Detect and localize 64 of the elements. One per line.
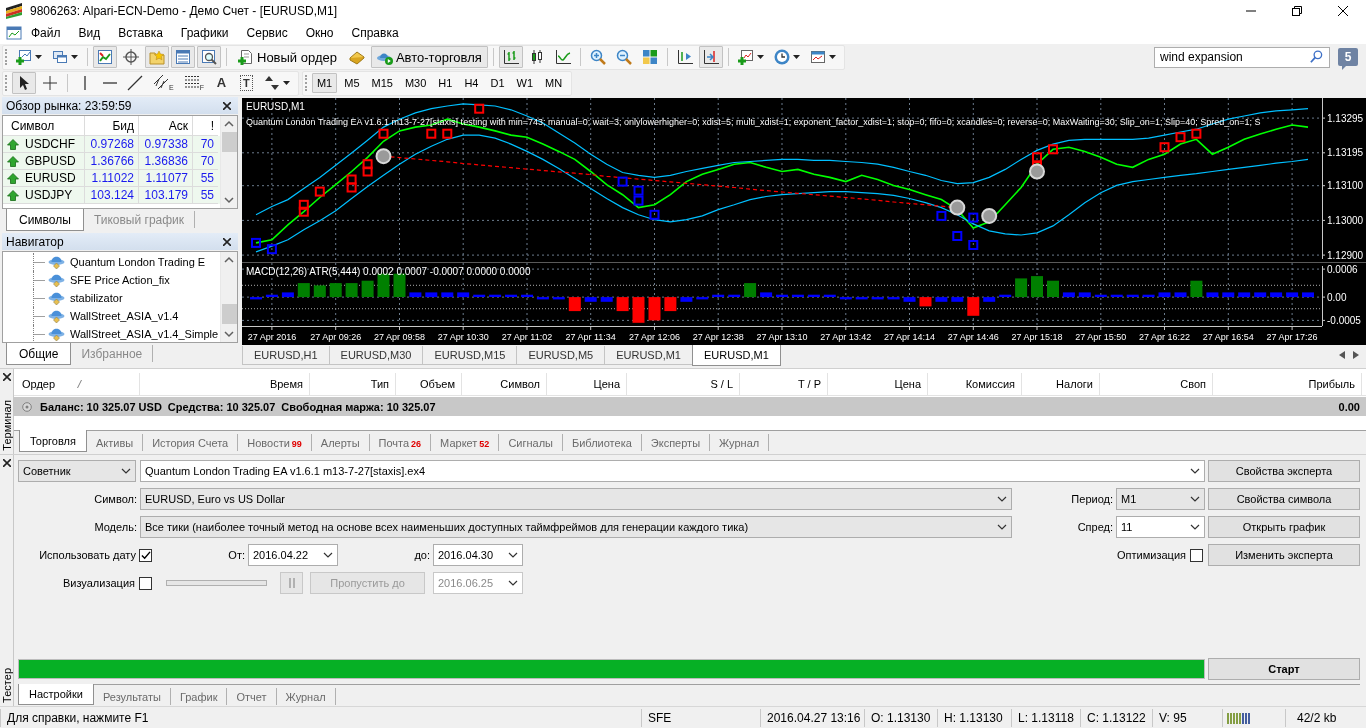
axis-label: 0.0006 (1327, 263, 1358, 275)
axis-label: 27 Apr 14:46 (947, 332, 999, 342)
window-title: 9806263: Alpari-ECN-Demo - Демо Счет - [EURUSD,M1] (30, 4, 339, 18)
unread-count: 99 (291, 439, 302, 449)
panel-title: Терминал (0, 400, 13, 451)
chart-title: MACD(12,26) ATR(5,444) 0.0002 0.0007 -0.0007 0.0000 0.0000 (246, 266, 531, 277)
summary-text: Средства: 10 325.07 (167, 400, 276, 413)
axis-label: 27 Apr 15:18 (1011, 332, 1063, 342)
high-price: H: 1.13130 (944, 710, 1003, 725)
axis-label: 27 Apr 14:14 (884, 332, 935, 342)
symbol-name: USDCHF (25, 137, 75, 151)
axis-label: 27 Apr 2016 (247, 332, 297, 342)
field-label: Оптимизация (1116, 549, 1186, 561)
field-label: Символ: (93, 493, 137, 505)
axis-label: 27 Apr 15:50 (1075, 332, 1127, 342)
summary-text: Баланс: 10 325.07 USD (40, 400, 162, 413)
axis-label: 27 Apr 16:54 (1202, 332, 1254, 342)
open-price: O: 1.13130 (871, 710, 931, 725)
profile-name: SFE (648, 710, 672, 725)
axis-label: 27 Apr 11:02 (501, 332, 553, 342)
panel-title: Навигатор (6, 234, 65, 249)
panel-title: Тестер (0, 668, 13, 703)
axis-label: 27 Apr 11:34 (565, 332, 616, 342)
volume-value: V: 95 (1159, 710, 1187, 725)
close-price: C: 1.13122 (1087, 710, 1146, 725)
field-label: Использовать дату (38, 549, 136, 561)
summary-text: Свободная маржа: 10 325.07 (281, 400, 436, 413)
help-text: Для справки, нажмите F1 (7, 710, 149, 725)
axis-label: 1.13000 (1327, 214, 1364, 226)
axis-label: 27 Apr 09:26 (310, 332, 362, 342)
symbol-name: GBPUSD (25, 154, 76, 168)
field-label: Спред: (1076, 521, 1113, 533)
table-cell: 103.179 (139, 187, 193, 204)
bar-time: 2016.04.27 13:16 (767, 710, 861, 725)
panel-title: Обзор рынка: 23:59:59 (6, 98, 133, 113)
low-price: L: 1.13118 (1018, 710, 1074, 725)
axis-label: 1.12900 (1327, 249, 1364, 261)
field-label: От: (227, 549, 245, 561)
symbol-name: EURUSD (25, 171, 76, 185)
axis-label: 1.13100 (1327, 180, 1364, 192)
field-label: Период: (1070, 493, 1113, 505)
axis-label: 27 Apr 12:38 (692, 332, 744, 342)
field-label: Модель: (93, 521, 137, 533)
axis-label: -0.0005 (1327, 314, 1361, 326)
field-label: до: (413, 549, 430, 561)
axis-label: 27 Apr 16:22 (1139, 332, 1190, 342)
axis-label: 27 Apr 12:06 (629, 332, 680, 342)
table-cell: 103.124 (85, 187, 139, 204)
traffic-value: 42/2 kb (1297, 710, 1337, 725)
field-label: Визуализация (61, 577, 135, 589)
unread-count: 52 (479, 439, 490, 449)
profit-value: 0.00 (1338, 400, 1361, 413)
axis-label: 27 Apr 10:30 (437, 332, 489, 342)
axis-label: 0.00 (1327, 291, 1347, 303)
axis-label: 27 Apr 17:26 (1266, 332, 1318, 342)
chart-title: EURUSD,M1 (246, 101, 305, 112)
symbol-name: USDJPY (25, 188, 73, 202)
table-cell: 55 (193, 187, 218, 204)
axis-label: 1.13195 (1327, 147, 1364, 159)
unread-count: 26 (411, 439, 422, 449)
axis-label: 27 Apr 09:58 (374, 332, 425, 342)
axis-label: 27 Apr 13:10 (756, 332, 808, 342)
axis-label: 27 Apr 13:42 (820, 332, 872, 342)
axis-label: 1.13295 (1327, 112, 1364, 124)
